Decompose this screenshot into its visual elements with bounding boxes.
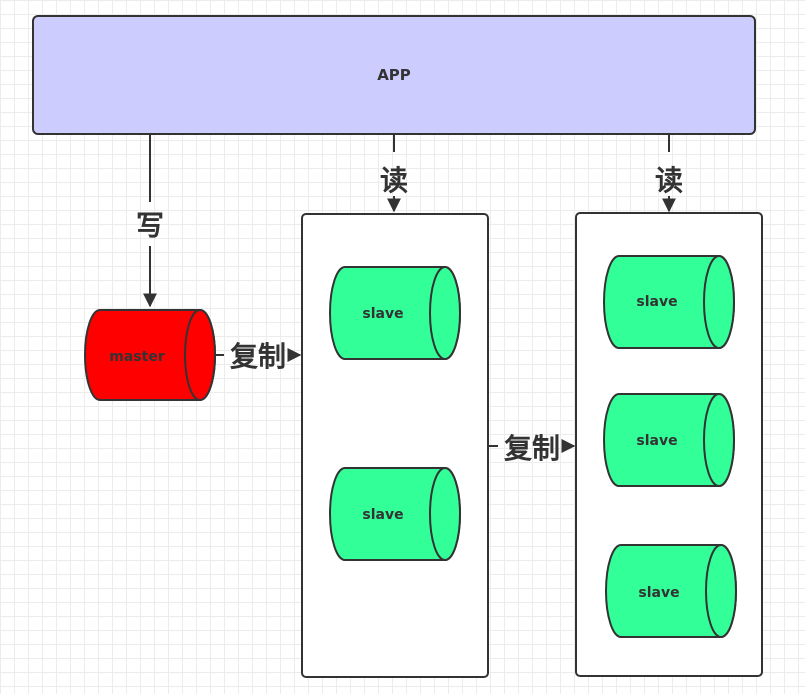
read-label-1: 读 — [380, 164, 408, 197]
slave-node-g1-2[interactable]: slave — [329, 467, 461, 561]
slave-label: slave — [636, 294, 677, 310]
slave-cylinder-cap — [429, 266, 461, 360]
write-label: 写 — [136, 209, 164, 242]
master-node[interactable]: master — [84, 309, 216, 401]
master-cylinder-cap — [184, 309, 216, 401]
slave-cylinder-cap — [429, 467, 461, 561]
slave-cylinder-cap — [703, 255, 735, 349]
slave-node-g2-2[interactable]: slave — [603, 393, 735, 487]
read-label-2: 读 — [655, 164, 683, 197]
slave-label: slave — [638, 585, 679, 601]
slave-node-g2-1[interactable]: slave — [603, 255, 735, 349]
diagram-canvas: APP 写 读 读 master 复制 复制 slave slave slave — [32, 15, 763, 678]
slave-cylinder-cap — [703, 393, 735, 487]
replicate-label-2: 复制 — [504, 432, 560, 465]
app-label: APP — [377, 66, 411, 84]
master-label: master — [109, 349, 165, 365]
slave-node-g1-1[interactable]: slave — [329, 266, 461, 360]
replicate-label-1: 复制 — [230, 340, 286, 373]
slave-node-g2-3[interactable]: slave — [605, 544, 737, 638]
slave-label: slave — [362, 306, 403, 322]
slave-label: slave — [362, 507, 403, 523]
slave-label: slave — [636, 433, 677, 449]
slave-cylinder-cap — [705, 544, 737, 638]
